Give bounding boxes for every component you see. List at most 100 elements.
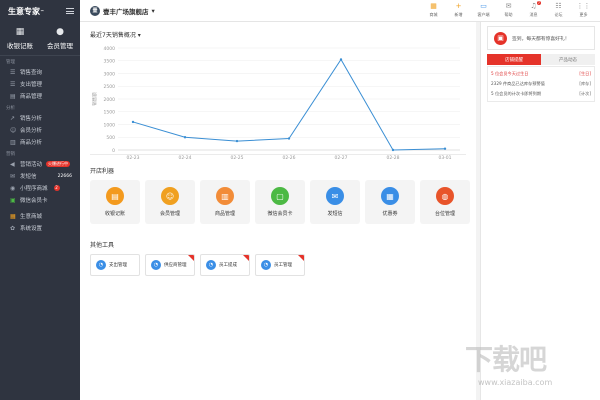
toolbar-label: 商城 [429,12,438,17]
toolbar-forum-button[interactable]: ☷ 论坛 [546,3,571,18]
list-item[interactable]: 2329 件商品已达库存预警值 [库存] [491,79,591,89]
chart-title-dropdown[interactable]: 最近7天销售概况 ▾ [90,30,141,39]
count-badge: 2 [53,185,60,191]
sidebar-section-title: 营销 [6,152,15,157]
quick-member-button[interactable]: ● 会员管理 [40,22,80,55]
app-tile[interactable]: ☺ 会员管理 [145,180,195,224]
y-axis-label: 销售额 [91,92,98,106]
watermark-url: www.xiazaiba.com [478,378,553,387]
sidebar-item-label: 销售查询 [20,70,43,76]
toolbar-label: 论坛 [554,12,563,17]
sidebar-item-member-analysis[interactable]: ☺ 会员分析 [0,124,80,136]
notice-tag: [库存] [579,81,591,86]
sidebar-section-title: 管理 [6,60,15,65]
sidebar-item-goods-analysis[interactable]: ▥ 商品分析 [0,136,80,148]
sidebar-item-expense[interactable]: ☰ 支出管理 [0,78,80,90]
forum-icon: ☷ [555,2,562,10]
watermark-logo: 下载吧 [465,343,547,376]
other-tool-button[interactable]: ◔ 供应商管理 [145,254,195,276]
app-label: 会员管理 [159,211,180,217]
tool-icon: ◔ [206,260,216,270]
quick-label: 会员管理 [47,42,73,50]
store-selector[interactable]: 壹 壹丰广场旗舰店 ▾ [80,5,155,16]
app-label: 台位管理 [434,211,455,217]
notice-list: 5 位会员今天过生日 [生日] 2329 件商品已达库存预警值 [库存] 5 位… [487,66,595,102]
app-label: 微信会员卡 [267,211,293,217]
app-tile[interactable]: ◍ 台位管理 [420,180,470,224]
other-tool-button[interactable]: ◔ 员工管理 [255,254,305,276]
miniapp-icon: ◉ [10,184,16,192]
toolbar-bell-button[interactable]: ♫ 7 消息 [521,1,546,18]
cashier-icon: ▦ [15,27,25,37]
app-tile[interactable]: ✉ 发短信 [310,180,360,224]
app-tile[interactable]: ▤ 收银记账 [90,180,140,224]
app-tile[interactable]: ▢ 微信会员卡 [255,180,305,224]
sidebar-item-marketing[interactable]: ◀ 营销活动 火爆进行中 [0,158,80,170]
toolbar: ▦ 商城 + 新增 ▭ 客户端 ✉ 帮助 ♫ 7 消息 ☷ 论坛 ⋮⋮ 更多 [421,1,596,18]
member-icon: ☺ [10,126,17,134]
app-icon: ▤ [106,187,124,205]
megaphone-icon: ◀ [10,160,15,168]
tool-label: 员工提成 [219,263,237,268]
monitor-icon: ▭ [480,2,487,10]
y-tick-label: 500 [106,135,115,141]
tab-store-reminders[interactable]: 店铺提醒 [487,54,541,65]
app-icon: ▦ [381,187,399,205]
gear-icon: ✿ [10,224,16,232]
sidebar-item-miniapp[interactable]: ◉ 小程序商城 2 [0,182,80,194]
toolbar-label: 客户端 [477,12,490,17]
sidebar-item-label: 营销活动 [20,162,43,168]
toolbar-label: 更多 [579,12,588,17]
signin-text: 签到，每天都有惊喜好礼！ [512,36,570,42]
sidebar-item-shop[interactable]: ▦ 生意商城 [0,210,80,222]
topbar: 壹 壹丰广场旗舰店 ▾ ▦ 商城 + 新增 ▭ 客户端 ✉ 帮助 ♫ 7 消息 ☷ 论坛 ⋮⋮ 更多 [80,0,600,22]
list-item[interactable]: 5 位会员的计次卡即将到期 [计次] [491,89,591,99]
toolbar-help-button[interactable]: ✉ 帮助 [496,3,521,18]
quick-cashier-button[interactable]: ▦ 收银记账 [0,22,40,55]
notice-tag: [生日] [579,71,591,76]
sidebar-item-sms[interactable]: ✉ 发短信 22666 [0,170,80,182]
toolbar-monitor-button[interactable]: ▭ 客户端 [471,3,496,18]
toolbar-plus-button[interactable]: + 新增 [446,3,471,18]
goods-icon: ▤ [10,92,16,100]
expense-icon: ☰ [10,80,16,88]
sidebar-item-label: 发短信 [20,174,37,180]
y-tick-label: 2000 [104,97,116,103]
toolbar-label: 帮助 [504,12,513,17]
app-tile[interactable]: ▥ 商品管理 [200,180,250,224]
section-title: 其他工具 [90,242,115,249]
new-corner-flag [188,255,194,261]
app-label: 优惠券 [382,211,398,217]
more-icon: ⋮⋮ [576,2,591,10]
other-tool-button[interactable]: ◔ 员工提成 [200,254,250,276]
sidebar-item-settings[interactable]: ✿ 系统设置 [0,222,80,234]
toolbar-more-button[interactable]: ⋮⋮ 更多 [571,3,596,18]
store-icon: ▦ [430,2,437,10]
quick-label: 收银记账 [7,42,33,50]
toolbar-label: 消息 [529,12,538,17]
tool-icon: ◔ [261,260,271,270]
sms-icon: ✉ [10,172,16,180]
data-point [339,58,343,61]
sidebar: 生意专家 ™ ▦ 收银记账 ● 会员管理 管理 ☰ 销售查询 ☰ 支出管理 ▤ 商品管理… [0,0,80,400]
hamburger-menu-icon[interactable] [66,8,74,14]
signin-banner[interactable]: ▣ 签到，每天都有惊喜好礼！ [487,26,595,50]
notice-tabs: 店铺提醒 产品动态 [487,54,595,65]
sidebar-item-sales-analysis[interactable]: ↗ 销售分析 [0,112,80,124]
sales-line-chart: 0 500 1000 1500 2000 2500 3000 3500 4000 销售额 02-23… [91,46,460,161]
x-tick-label: 02-23 [126,155,139,161]
app-tile[interactable]: ▦ 优惠券 [365,180,415,224]
tool-icon: ◔ [96,260,106,270]
list-item[interactable]: 5 位会员今天过生日 [生日] [491,69,591,79]
app-icon: ✉ [326,187,344,205]
sidebar-item-sales-query[interactable]: ☰ 销售查询 [0,66,80,78]
other-tool-button[interactable]: ◔ 支出管理 [90,254,140,276]
sidebar-item-wechat-card[interactable]: ▣ 微信会员卡 [0,194,80,206]
chart-title: 最近7天销售概况 [90,32,136,39]
wechat-card-icon: ▣ [10,196,16,204]
toolbar-store-button[interactable]: ▦ 商城 [421,3,446,18]
data-point [443,147,447,150]
sidebar-item-goods[interactable]: ▤ 商品管理 [0,90,80,102]
tab-product-news[interactable]: 产品动态 [541,54,595,65]
x-tick-label: 02-24 [178,155,191,161]
